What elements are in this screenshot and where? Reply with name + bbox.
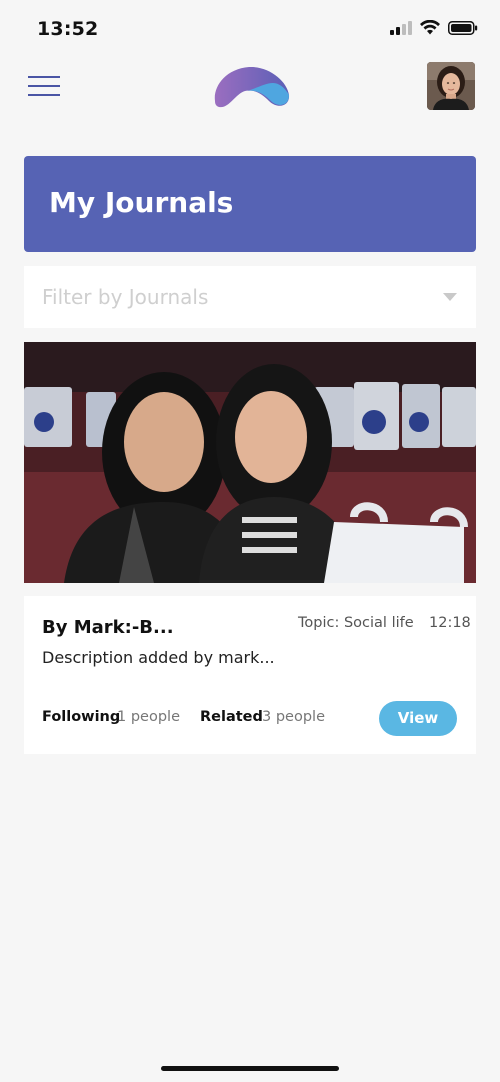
status-time: 13:52 [37, 18, 99, 40]
journal-card[interactable]: By Mark:-B... Topic: Social life 12:18 D… [24, 596, 476, 754]
app-header [0, 56, 500, 126]
user-avatar[interactable] [427, 62, 475, 110]
related-count: 3 people [262, 709, 325, 725]
status-bar: 13:52 [0, 0, 500, 56]
cellular-signal-icon [390, 20, 412, 39]
journal-topic: Topic: Social life [298, 615, 414, 631]
filter-placeholder: Filter by Journals [42, 285, 209, 309]
status-icons [390, 19, 478, 39]
app-logo-icon [211, 61, 291, 111]
following-label: Following [42, 709, 121, 725]
journal-author: By Mark:-B... [42, 617, 174, 638]
hamburger-menu-icon[interactable] [28, 76, 62, 100]
journal-time: 12:18 [429, 615, 471, 631]
journal-filter-dropdown[interactable]: Filter by Journals [24, 266, 476, 328]
battery-icon [448, 20, 478, 39]
journal-description: Description added by mark... [42, 648, 275, 667]
page-title: My Journals [49, 186, 234, 219]
wifi-icon [420, 19, 440, 39]
view-button[interactable]: View [379, 701, 457, 736]
dropdown-arrow-icon [443, 293, 457, 301]
page-title-banner: My Journals [24, 156, 476, 252]
following-count: 1 people [117, 709, 180, 725]
journal-card-image[interactable] [24, 342, 476, 583]
home-indicator[interactable] [161, 1066, 339, 1071]
related-label: Related [200, 709, 263, 725]
